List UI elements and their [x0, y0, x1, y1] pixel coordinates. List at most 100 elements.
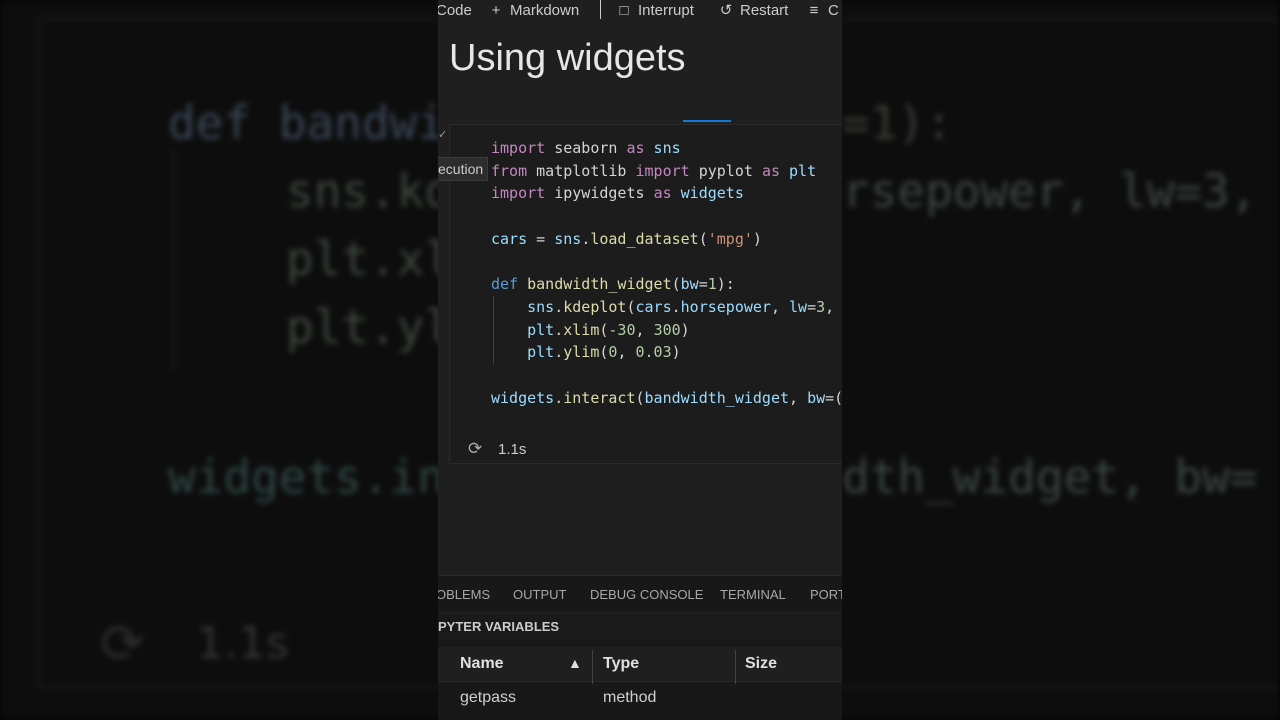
clear-outputs-label: C — [828, 2, 839, 19]
code-line[interactable] — [491, 364, 842, 387]
tab-ports[interactable]: PORT — [810, 587, 842, 602]
code-token: ) — [752, 229, 762, 248]
code-token: bandwidth_widget — [527, 275, 672, 294]
code-token: kdeplot — [563, 297, 627, 316]
code-token: . — [581, 229, 591, 248]
background-spinner-icon: ⟳ — [100, 612, 146, 675]
code-token: cars — [635, 297, 672, 316]
code-token: sns — [644, 139, 681, 157]
add-code-button[interactable]: Code — [438, 1, 472, 21]
code-token: widgets — [491, 388, 555, 407]
column-header-type[interactable]: Type — [603, 655, 639, 673]
code-token: 1 — [707, 275, 717, 294]
code-token: ) — [680, 320, 690, 339]
restart-button[interactable]: ↺ Restart — [718, 1, 789, 21]
column-header-name[interactable]: Name — [460, 655, 504, 673]
background-indent-guide — [172, 150, 174, 370]
column-resize-handle[interactable] — [735, 650, 736, 684]
variables-panel-title: PYTER VARIABLES — [438, 619, 560, 634]
sort-ascending-icon[interactable]: ▲ — [568, 655, 582, 671]
code-line[interactable]: import seaborn as sns — [491, 137, 842, 160]
code-token: as — [653, 184, 672, 203]
variable-type-cell: method — [603, 689, 657, 706]
markdown-heading: Using widgets — [449, 37, 686, 79]
code-token: widgets — [671, 184, 744, 203]
add-markdown-button[interactable]: + Markdown — [488, 1, 580, 21]
notebook-panel: Code + Markdown □ Interrupt ↺ Restart ≡ C Us… — [438, 0, 842, 720]
toolbar-separator — [600, 0, 601, 19]
code-token: -30 — [608, 320, 636, 339]
add-code-label: Code — [438, 2, 472, 19]
code-line[interactable] — [491, 250, 842, 273]
execution-tooltip: ecution — [438, 157, 489, 181]
code-line[interactable]: def bandwidth_widget(bw=1): — [491, 273, 842, 296]
background-code-line: =1): — [842, 96, 953, 150]
background-code-line: plt.xl — [286, 232, 453, 286]
code-editor[interactable]: import seaborn as sns from matplotlib imp… — [491, 137, 842, 409]
restart-icon: ↺ — [719, 2, 733, 19]
code-token: pyplot — [689, 161, 762, 180]
panel-tab-bar: OBLEMS OUTPUT DEBUG CONSOLE TERMINAL POR… — [438, 575, 842, 612]
code-token: def — [491, 275, 519, 294]
column-header-size[interactable]: Size — [745, 655, 777, 673]
refresh-icon: ⟳ — [468, 439, 483, 458]
code-line[interactable]: widgets.interact(bandwidth_widget, bw=( — [491, 387, 842, 410]
code-line[interactable]: plt.xlim(-30, 300) — [491, 319, 842, 342]
background-time: 1.1s — [196, 618, 289, 669]
background-code-line: plt.yl — [286, 300, 453, 354]
column-resize-handle[interactable] — [592, 650, 593, 684]
stop-icon: □ — [619, 2, 629, 19]
code-token: horsepower — [680, 297, 771, 316]
tab-problems[interactable]: OBLEMS — [438, 587, 490, 602]
variables-panel-header: PYTER VARIABLES — [438, 614, 842, 640]
variables-table: Name ▲ Type Size getpass method — [438, 640, 842, 720]
code-token: import — [491, 139, 546, 157]
tab-debug-console[interactable]: DEBUG CONSOLE — [590, 587, 703, 602]
background-code-line: rsepower, lw=3, — [842, 164, 1258, 218]
interrupt-button[interactable]: □ Interrupt — [616, 1, 693, 21]
add-markdown-label: Markdown — [510, 2, 580, 19]
tab-output[interactable]: OUTPUT — [513, 587, 566, 602]
clear-outputs-button[interactable]: ≡ C — [806, 1, 839, 21]
code-token: = — [698, 275, 708, 294]
code-token: matplotlib — [527, 161, 636, 180]
code-line[interactable]: import ipywidgets as widgets — [491, 182, 842, 205]
tab-terminal[interactable]: TERMINAL — [720, 587, 786, 602]
code-token: interact — [563, 388, 636, 407]
code-token: import — [635, 161, 690, 180]
code-line[interactable]: cars = sns.load_dataset('mpg') — [491, 228, 842, 251]
code-line[interactable]: plt.ylim(0, 0.03) — [491, 341, 842, 364]
code-token: ylim — [563, 343, 600, 362]
plus-icon: + — [491, 2, 501, 19]
code-token: ( — [671, 275, 681, 294]
code-token: , — [635, 320, 654, 339]
code-token: sns — [554, 229, 582, 248]
variables-table-header: Name ▲ Type Size — [438, 647, 842, 682]
code-token: xlim — [563, 320, 600, 339]
code-token: . — [554, 297, 564, 316]
code-line[interactable] — [491, 205, 842, 228]
background-code-line: dth_widget, bw= — [842, 450, 1258, 504]
code-token: . — [554, 320, 564, 339]
code-token: 0.03 — [635, 343, 672, 362]
code-line[interactable]: from matplotlib import pyplot as plt — [491, 160, 842, 183]
notebook-toolbar: Code + Markdown □ Interrupt ↺ Restart ≡ C — [438, 0, 842, 22]
code-token: bw — [807, 388, 826, 407]
code-token: , — [617, 343, 636, 362]
code-token: as — [761, 161, 780, 180]
code-token: load_dataset — [590, 229, 699, 248]
code-token: , — [825, 297, 835, 316]
background-code-line: widgets.in — [168, 450, 445, 504]
restart-label: Restart — [740, 2, 789, 19]
code-token: plt — [780, 161, 817, 180]
code-token: from — [491, 161, 528, 180]
code-token: ( — [698, 229, 708, 248]
background-code-line: def bandwi — [168, 96, 445, 150]
code-token: cars — [491, 229, 528, 248]
code-line[interactable]: sns.kdeplot(cars.horsepower, lw=3, — [491, 296, 842, 319]
code-token: ): — [716, 275, 735, 294]
variable-name-cell: getpass — [460, 689, 517, 706]
